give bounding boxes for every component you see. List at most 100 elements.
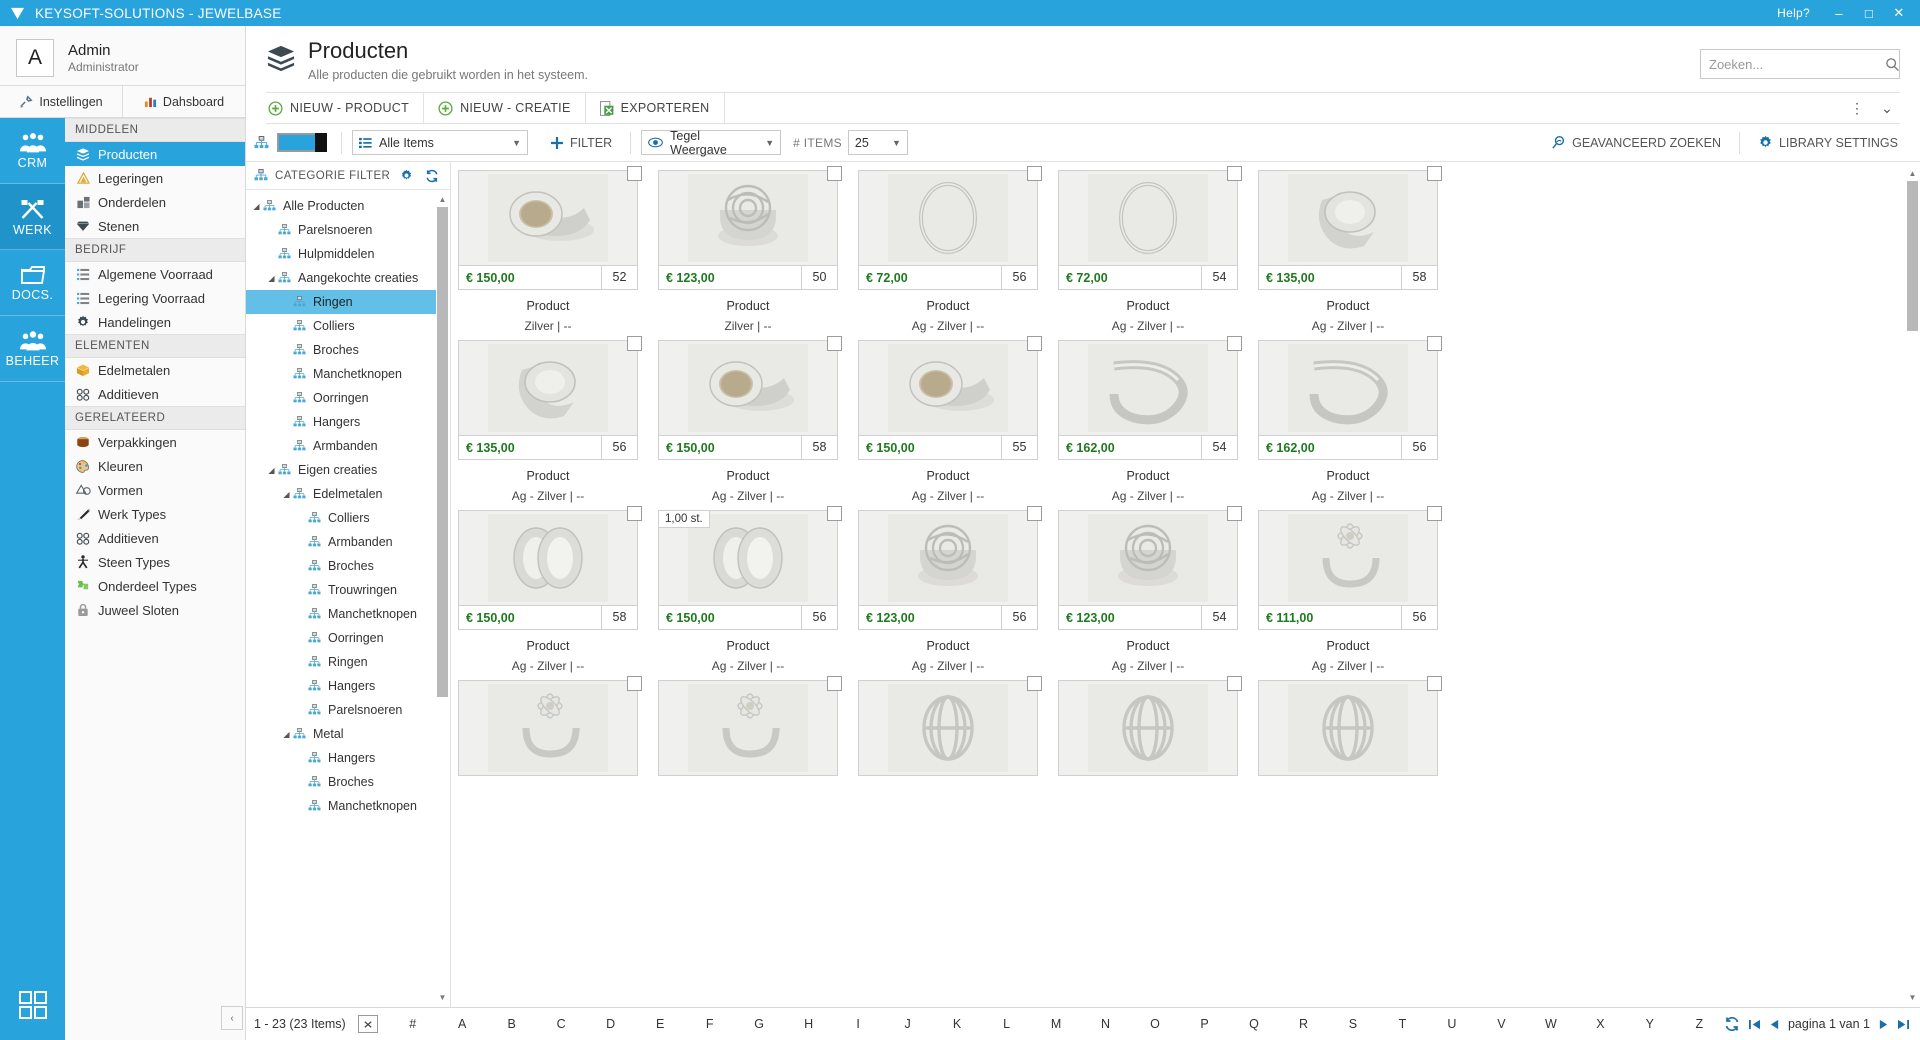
product-tile[interactable]: € 162,00 54 Product Ag - Zilver | -- xyxy=(1058,336,1242,503)
alphabet-filter-e[interactable]: E xyxy=(635,1017,684,1031)
command-exporteren[interactable]: EXPORTEREN xyxy=(586,93,725,124)
search-box[interactable] xyxy=(1700,49,1900,79)
view-mode-select[interactable]: Tegel Weergave ▼ xyxy=(641,129,782,157)
scroll-thumb[interactable] xyxy=(1907,181,1918,332)
tab-dashboard[interactable]: Dahsboard xyxy=(122,86,245,117)
refresh-icon[interactable] xyxy=(425,169,439,183)
collapse-commandbar-button[interactable]: ⌄ xyxy=(1874,95,1900,121)
alphabet-filter-h[interactable]: H xyxy=(784,1017,833,1031)
rail-item-werk[interactable]: WERK xyxy=(0,184,65,250)
product-tile[interactable] xyxy=(1058,676,1242,777)
product-select-checkbox[interactable] xyxy=(1027,336,1042,352)
close-button[interactable]: ✕ xyxy=(1884,0,1914,26)
alphabet-filter-hash[interactable]: # xyxy=(388,1017,437,1031)
command-nieuw-product[interactable]: NIEUW - PRODUCT xyxy=(266,93,425,124)
scroll-down-icon[interactable]: ▼ xyxy=(1907,992,1918,1003)
product-tile-box[interactable]: 1,00 st. € 150,00 56 xyxy=(658,506,842,631)
sidebar-item-onderdeel-types[interactable]: Onderdeel Types xyxy=(65,574,245,598)
tree-node-parelsnoeren[interactable]: Parelsnoeren xyxy=(246,698,450,722)
product-select-checkbox[interactable] xyxy=(627,506,642,522)
alphabet-filter-g[interactable]: G xyxy=(734,1017,783,1031)
product-select-checkbox[interactable] xyxy=(627,676,642,692)
alphabet-filter-u[interactable]: U xyxy=(1427,1017,1476,1031)
sidebar-item-vormen[interactable]: Vormen xyxy=(65,478,245,502)
command-nieuw-creatie[interactable]: NIEUW - CREATIE xyxy=(424,93,586,124)
tree-node-trouwringen[interactable]: Trouwringen xyxy=(246,578,450,602)
tree-expander-icon[interactable]: ◢ xyxy=(250,202,263,211)
product-select-checkbox[interactable] xyxy=(1427,336,1442,352)
tab-instellingen[interactable]: Instellingen xyxy=(0,86,122,117)
filter-button[interactable]: FILTER xyxy=(542,130,620,156)
alphabet-filter-w[interactable]: W xyxy=(1526,1017,1575,1031)
alphabet-filter-t[interactable]: T xyxy=(1378,1017,1427,1031)
alphabet-filter-a[interactable]: A xyxy=(437,1017,486,1031)
sidebar-item-algemene-voorraad[interactable]: Algemene Voorraad xyxy=(65,262,245,286)
product-tile-box[interactable]: € 135,00 58 xyxy=(1258,166,1442,291)
product-tile-box[interactable] xyxy=(458,676,642,777)
product-tile-box[interactable]: € 123,00 56 xyxy=(858,506,1042,631)
product-tile[interactable]: 1,00 st. € 150,00 56 Product Ag - Zilver | -… xyxy=(658,506,842,673)
scroll-down-icon[interactable]: ▼ xyxy=(437,992,448,1003)
alphabet-filter-n[interactable]: N xyxy=(1081,1017,1130,1031)
product-tile[interactable]: € 150,00 58 Product Ag - Zilver | -- xyxy=(458,506,642,673)
alphabet-filter-j[interactable]: J xyxy=(883,1017,932,1031)
product-tile[interactable]: € 111,00 56 Product Ag - Zilver | -- xyxy=(1258,506,1442,673)
alphabet-filter-q[interactable]: Q xyxy=(1229,1017,1278,1031)
product-tile-box[interactable] xyxy=(658,676,842,777)
tree-node-manchetknopen[interactable]: Manchetknopen xyxy=(246,602,450,626)
next-page-button[interactable] xyxy=(1878,1019,1889,1030)
product-tile-box[interactable]: € 162,00 54 xyxy=(1058,336,1242,461)
product-select-checkbox[interactable] xyxy=(1427,506,1442,522)
sidebar-item-edelmetalen[interactable]: Edelmetalen xyxy=(65,358,245,382)
tree-node-hulpmiddelen[interactable]: Hulpmiddelen xyxy=(246,242,450,266)
product-tile[interactable] xyxy=(458,676,642,777)
tree-node-manchetknopen[interactable]: Manchetknopen xyxy=(246,794,450,818)
tree-node-broches[interactable]: Broches xyxy=(246,554,450,578)
help-link[interactable]: Help? xyxy=(1777,6,1810,20)
alphabet-filter-k[interactable]: K xyxy=(932,1017,981,1031)
product-select-checkbox[interactable] xyxy=(827,676,842,692)
alphabet-filter-z[interactable]: Z xyxy=(1675,1017,1724,1031)
alphabet-filter-x[interactable]: X xyxy=(1576,1017,1625,1031)
tree-node-armbanden[interactable]: Armbanden xyxy=(246,434,450,458)
product-select-checkbox[interactable] xyxy=(1227,676,1242,692)
product-select-checkbox[interactable] xyxy=(1227,336,1242,352)
maximize-button[interactable]: □ xyxy=(1854,0,1884,26)
advanced-search-button[interactable]: GEAVANCEERD ZOEKEN xyxy=(1543,130,1729,156)
sidebar-item-handelingen[interactable]: Handelingen xyxy=(65,310,245,334)
product-tile-box[interactable]: € 111,00 56 xyxy=(1258,506,1442,631)
product-select-checkbox[interactable] xyxy=(1027,676,1042,692)
sidebar-item-additieven[interactable]: Additieven xyxy=(65,382,245,406)
product-tile[interactable]: € 72,00 56 Product Ag - Zilver | -- xyxy=(858,166,1042,333)
product-tile-box[interactable]: € 123,00 50 xyxy=(658,166,842,291)
rail-item-crm[interactable]: CRM xyxy=(0,118,65,184)
product-tile[interactable] xyxy=(858,676,1042,777)
alphabet-filter-r[interactable]: R xyxy=(1279,1017,1328,1031)
product-select-checkbox[interactable] xyxy=(1027,506,1042,522)
tree-node-oorringen[interactable]: Oorringen xyxy=(246,626,450,650)
sidebar-item-onderdelen[interactable]: Onderdelen xyxy=(65,190,245,214)
product-select-checkbox[interactable] xyxy=(1427,676,1442,692)
product-tile[interactable]: € 72,00 54 Product Ag - Zilver | -- xyxy=(1058,166,1242,333)
sidebar-item-producten[interactable]: Producten xyxy=(65,142,245,166)
product-select-checkbox[interactable] xyxy=(627,336,642,352)
product-tile[interactable]: € 123,00 50 Product Zilver | -- xyxy=(658,166,842,333)
tree-expander-icon[interactable]: ◢ xyxy=(265,466,278,475)
product-tile[interactable]: € 150,00 58 Product Ag - Zilver | -- xyxy=(658,336,842,503)
clear-filter-icon[interactable] xyxy=(358,1015,378,1033)
product-tile-box[interactable]: € 135,00 56 xyxy=(458,336,642,461)
sidebar-item-additieven[interactable]: Additieven xyxy=(65,526,245,550)
product-tile-box[interactable]: € 150,00 55 xyxy=(858,336,1042,461)
last-page-button[interactable] xyxy=(1897,1019,1910,1030)
sidebar-item-juweel-sloten[interactable]: Juweel Sloten xyxy=(65,598,245,622)
more-options-button[interactable]: ⋮ xyxy=(1844,95,1870,121)
product-tile-box[interactable]: € 150,00 58 xyxy=(458,506,642,631)
product-tile[interactable] xyxy=(1258,676,1442,777)
sidebar-item-steen-types[interactable]: Steen Types xyxy=(65,550,245,574)
tree-node-edelmetalen[interactable]: ◢ Edelmetalen xyxy=(246,482,450,506)
rail-item-beheer[interactable]: BEHEER xyxy=(0,316,65,382)
tree-expander-icon[interactable]: ◢ xyxy=(280,730,293,739)
product-tile[interactable]: € 123,00 56 Product Ag - Zilver | -- xyxy=(858,506,1042,673)
alphabet-filter-d[interactable]: D xyxy=(586,1017,635,1031)
product-tile[interactable]: € 135,00 56 Product Ag - Zilver | -- xyxy=(458,336,642,503)
